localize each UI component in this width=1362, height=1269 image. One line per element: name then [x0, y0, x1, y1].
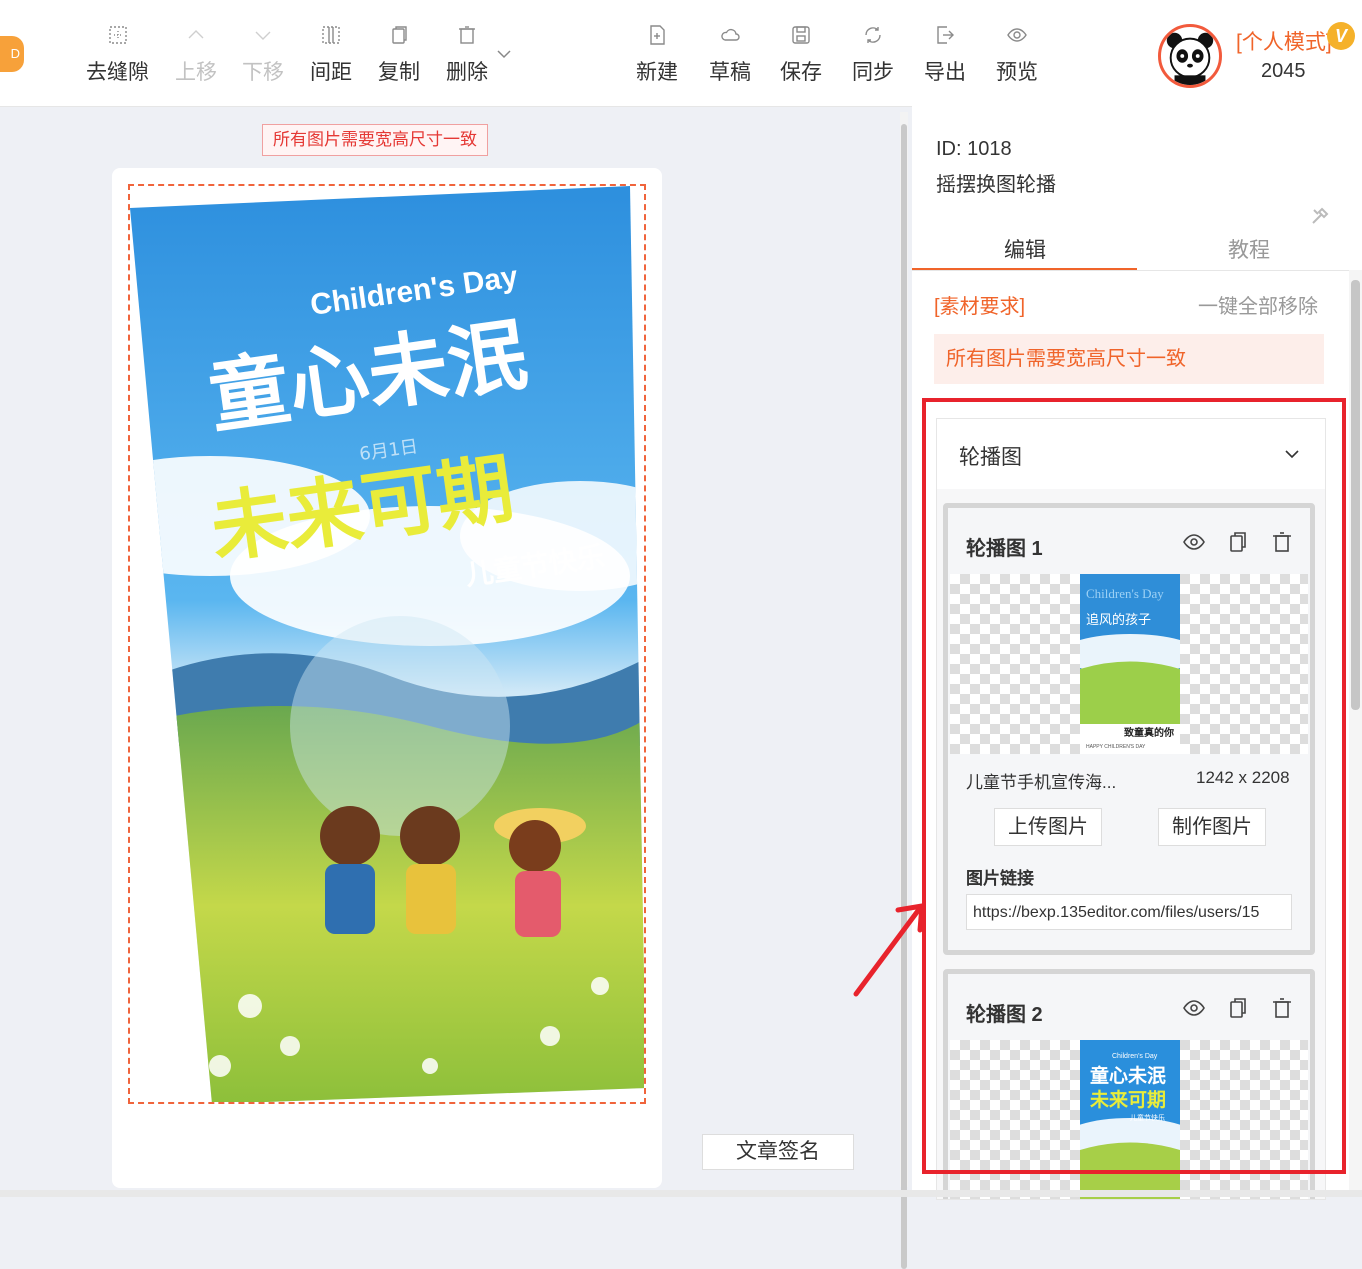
trash-icon[interactable] — [1270, 530, 1294, 554]
carousel-slide-card: 轮播图 2 Children's Day 童心未泯 未来可期 儿童节快乐 — [943, 969, 1315, 1199]
carousel-header[interactable]: 轮播图 — [937, 419, 1325, 489]
save-icon — [780, 24, 822, 50]
template-name: 摇摆换图轮播 — [936, 174, 1056, 196]
template-id: ID: 1018 — [936, 138, 1012, 160]
remove-all-button[interactable]: 一键全部移除 — [1198, 290, 1318, 319]
svg-text:致童真的你: 致童真的你 — [1124, 726, 1174, 739]
export-button[interactable]: 导出 — [924, 24, 966, 86]
carousel-section: 轮播图 轮播图 1 Children's Day 追风的孩子 致童真的你 HAP… — [936, 418, 1326, 1200]
chevron-down-icon[interactable] — [1283, 445, 1301, 463]
save-button[interactable]: 保存 — [780, 24, 822, 86]
image-link-input[interactable]: https://bexp.135editor.com/files/users/1… — [966, 894, 1292, 930]
svg-text:HAPPY CHILDREN'S DAY: HAPPY CHILDREN'S DAY — [1086, 744, 1146, 750]
vip-badge: V — [1327, 22, 1355, 50]
slide-title: 轮播图 1 — [966, 538, 1043, 560]
cloud-icon — [709, 24, 751, 50]
svg-text:Children's Day: Children's Day — [1112, 1053, 1158, 1060]
sync-icon — [852, 24, 894, 50]
canvas-scrollbar[interactable] — [900, 112, 908, 1269]
panel-scrollbar[interactable] — [1349, 270, 1362, 1195]
image-link-label: 图片链接 — [966, 869, 1034, 888]
carousel-poster-image: Children's Day 童心未泯 6月1日 未来可期 儿童节快乐 — [130, 186, 644, 1102]
copy-icon — [378, 24, 420, 50]
copy-icon[interactable] — [1226, 996, 1250, 1020]
copy-button[interactable]: 复制 — [378, 24, 420, 86]
svg-text:未来可期: 未来可期 — [1089, 1088, 1166, 1111]
grid-spacing-icon — [310, 24, 352, 50]
eye-icon[interactable] — [1182, 530, 1206, 554]
active-tab-indicator — [912, 268, 1137, 270]
move-down-button[interactable]: 下移 — [242, 24, 284, 86]
sync-button[interactable]: 同步 — [852, 24, 894, 86]
eye-icon[interactable] — [1182, 996, 1206, 1020]
file-name: 儿童节手机宣传海... — [966, 773, 1117, 792]
mode-label[interactable]: [个人模式] — [1236, 26, 1332, 56]
carousel-slide-card: 轮播图 1 Children's Day 追风的孩子 致童真的你 HAPPY C… — [943, 503, 1315, 955]
children-illustration — [320, 806, 586, 937]
tab-tutorial[interactable]: 教程 — [1228, 234, 1270, 264]
make-image-button[interactable]: 制作图片 — [1158, 808, 1266, 846]
new-file-icon — [636, 24, 678, 50]
delete-button[interactable]: 删除 — [446, 24, 488, 86]
dotted-square-icon — [86, 24, 149, 50]
svg-text:追风的孩子: 追风的孩子 — [1086, 612, 1151, 628]
panda-icon — [1166, 32, 1214, 85]
slide-image-preview[interactable]: Children's Day 追风的孩子 致童真的你 HAPPY CHILDRE… — [950, 574, 1308, 754]
menu-badge[interactable]: D — [0, 36, 24, 72]
slide-thumbnail: Children's Day 童心未泯 未来可期 儿童节快乐 — [1080, 1040, 1180, 1199]
bottom-scrollbar[interactable] — [0, 1190, 1362, 1197]
copy-icon[interactable] — [1226, 530, 1250, 554]
article-signature-button[interactable]: 文章签名 — [702, 1134, 854, 1170]
preview-button[interactable]: 预览 — [996, 24, 1038, 86]
file-size: 1242 x 2208 — [1196, 768, 1290, 787]
chevron-down-icon — [242, 24, 284, 50]
chevron-up-icon — [175, 24, 217, 50]
more-chevron-icon[interactable] — [496, 46, 512, 62]
svg-text:儿童节快乐: 儿童节快乐 — [1130, 1113, 1165, 1122]
panel-tabs: 编辑 教程 — [912, 222, 1362, 271]
trash-icon[interactable] — [1270, 996, 1294, 1020]
export-icon — [924, 24, 966, 50]
material-requirement-link[interactable]: [素材要求] — [934, 290, 1025, 319]
tab-edit[interactable]: 编辑 — [1004, 234, 1046, 264]
requirement-notice: 所有图片需要宽高尺寸一致 — [934, 334, 1324, 384]
trash-icon — [446, 24, 488, 50]
new-button[interactable]: 新建 — [636, 24, 678, 86]
annotation-arrow-icon — [853, 903, 925, 997]
remove-gap-button[interactable]: 去缝隙 — [86, 24, 149, 86]
move-up-button[interactable]: 上移 — [175, 24, 217, 86]
draft-button[interactable]: 草稿 — [709, 24, 751, 86]
right-panel: ID: 1018 摇摆换图轮播 编辑 教程 [素材要求] 一键全部移除 所有图片… — [912, 106, 1362, 1200]
eye-icon — [996, 24, 1038, 50]
spacing-button[interactable]: 间距 — [310, 24, 352, 86]
top-toolbar: D 去缝隙 上移 下移 间距 复制 删除 新建 草稿 保存 同步 导出 预览 [… — [0, 0, 1362, 107]
carousel-title: 轮播图 — [959, 446, 1022, 469]
upload-image-button[interactable]: 上传图片 — [994, 808, 1102, 846]
size-tip: 所有图片需要宽高尺寸一致 — [262, 124, 488, 156]
avatar[interactable] — [1158, 24, 1222, 88]
slide-title: 轮播图 2 — [966, 1004, 1043, 1026]
slide-image-preview[interactable]: Children's Day 童心未泯 未来可期 儿童节快乐 — [950, 1040, 1308, 1199]
user-number: 2045 — [1261, 60, 1306, 82]
slide-thumbnail: Children's Day 追风的孩子 致童真的你 HAPPY CHILDRE… — [1080, 574, 1180, 754]
svg-text:Children's Day: Children's Day — [1086, 586, 1164, 601]
selected-carousel-block[interactable]: Children's Day 童心未泯 6月1日 未来可期 儿童节快乐 — [128, 184, 646, 1104]
svg-text:童心未泯: 童心未泯 — [1090, 1064, 1166, 1087]
